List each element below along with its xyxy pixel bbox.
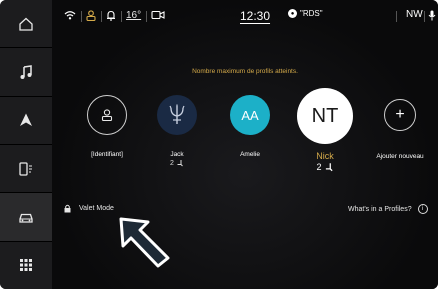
- seat-number: 2: [316, 162, 322, 172]
- seat-icon: [325, 163, 333, 172]
- sidebar-apps-button[interactable]: [0, 242, 52, 289]
- radio-station-label: "RDS": [300, 9, 323, 18]
- sidebar-home-button[interactable]: [0, 0, 52, 49]
- music-icon: [20, 65, 32, 79]
- camera-icon: [151, 10, 165, 20]
- bell-icon: [106, 10, 116, 21]
- max-profiles-message: Nombre maximum de profils atteints.: [192, 68, 298, 75]
- guest-avatar: [87, 95, 127, 135]
- vehicle-icon: [19, 213, 33, 223]
- head-unit-screen: 16° 12:30 ● "RDS" NW Nombre maximum de p…: [0, 0, 438, 289]
- compass-heading: NW: [406, 9, 423, 20]
- status-bar: 16° 12:30 ● "RDS" NW: [52, 0, 438, 34]
- profile-jack[interactable]: Jack 2: [150, 95, 204, 167]
- seat-icon: [177, 160, 183, 167]
- apps-grid-icon: [20, 259, 32, 272]
- profile-name: Amelie: [240, 151, 260, 158]
- valet-mode-label: Valet Mode: [79, 205, 114, 212]
- profiles-panel: 16° 12:30 ● "RDS" NW Nombre maximum de p…: [52, 0, 438, 289]
- outside-temperature: 16°: [126, 10, 142, 21]
- profile-avatar: AA: [230, 95, 270, 135]
- profile-name: Nick: [316, 151, 334, 161]
- sidebar: [0, 0, 52, 289]
- radio-station[interactable]: ● "RDS": [288, 9, 323, 18]
- sidebar-nav-button[interactable]: [0, 97, 52, 145]
- user-profile-icon: [86, 10, 96, 21]
- wifi-icon: [64, 10, 76, 20]
- profile-seat: 2: [150, 159, 204, 167]
- radio-icon: ●: [288, 9, 297, 18]
- navigation-icon: [20, 113, 32, 127]
- add-profile-button[interactable]: + Ajouter nouveau: [370, 99, 430, 160]
- phone-icon: [19, 161, 32, 176]
- profile-name: Jack: [170, 151, 184, 158]
- profile-seat: 2: [292, 162, 358, 172]
- person-icon: [101, 109, 113, 122]
- info-icon: i: [417, 204, 428, 214]
- profile-amelie[interactable]: AA Amelie: [223, 95, 277, 158]
- trident-logo-avatar: [157, 95, 197, 135]
- sidebar-phone-button[interactable]: [0, 145, 52, 194]
- sidebar-media-button[interactable]: [0, 48, 52, 97]
- whats-in-profile-link[interactable]: What's in a Profiles? i: [348, 204, 428, 214]
- profile-guest[interactable]: [Identifiant]: [80, 95, 134, 158]
- seat-number: 2: [170, 159, 174, 167]
- pointer-arrow-icon: [119, 217, 170, 268]
- valet-mode-button[interactable]: Valet Mode: [64, 204, 114, 213]
- profile-nick[interactable]: NT Nick 2: [292, 88, 358, 172]
- trident-logo-icon: [169, 104, 185, 124]
- clock[interactable]: 12:30: [240, 9, 270, 23]
- sidebar-vehicle-button[interactable]: [0, 193, 52, 242]
- profile-avatar: NT: [297, 88, 353, 144]
- mic-icon[interactable]: [428, 10, 436, 21]
- whats-in-profile-label: What's in a Profiles?: [348, 205, 412, 213]
- profile-name: Ajouter nouveau: [376, 153, 424, 160]
- plus-icon: +: [384, 99, 416, 131]
- lock-icon: [64, 204, 71, 213]
- profile-name: [Identifiant]: [91, 151, 123, 158]
- home-icon: [19, 17, 33, 31]
